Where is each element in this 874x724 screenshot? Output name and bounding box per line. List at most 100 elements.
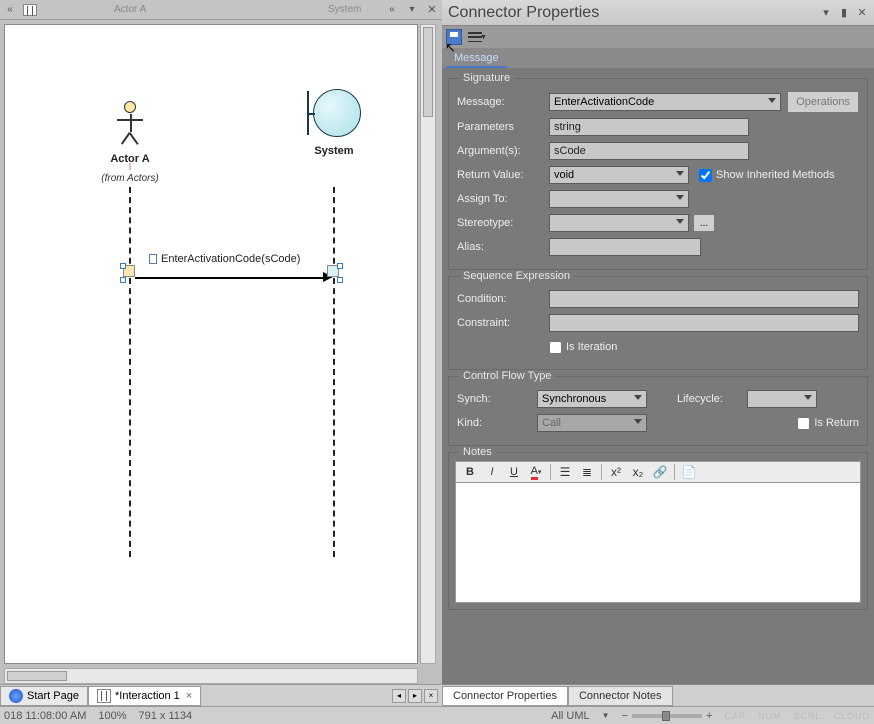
panel-pin-button[interactable]: ▮ [838,7,850,19]
bullet-list-button[interactable]: ☰ [555,463,575,481]
tab-nav-next[interactable]: ▸ [408,689,422,703]
tab-nav-close[interactable]: × [424,689,438,703]
zoom-track[interactable] [632,714,702,718]
font-color-button[interactable]: A▾ [526,463,546,481]
resize-handle[interactable] [337,263,343,269]
tab-interaction-label: *Interaction 1 [115,690,180,702]
tab-interaction[interactable]: *Interaction 1 × [88,686,201,706]
condition-input[interactable] [549,290,859,308]
subtab-message[interactable]: Message [446,50,507,68]
actor-stick-icon [110,101,150,151]
actor-system[interactable]: System [291,89,377,157]
return-label: Return Value: [457,169,549,181]
status-mode[interactable]: All UML [551,710,590,722]
status-dims: 791 x 1134 [139,710,193,722]
hscroll-thumb[interactable] [7,671,67,681]
message-label: Message: [457,96,549,108]
zoom-slider[interactable]: − + [622,710,713,722]
synch-combo[interactable]: Synchronous [537,390,647,408]
resize-handle[interactable] [120,277,126,283]
lifeline-actor-a[interactable] [129,187,131,557]
document-tabbar: Start Page *Interaction 1 × ◂ ▸ × [0,684,442,706]
status-zoom: 100% [98,710,126,722]
return-combo[interactable]: void [549,166,689,184]
panel-close-button[interactable]: ✕ [856,7,868,19]
notes-legend: Notes [459,446,496,458]
diagram-canvas[interactable]: Actor A I (from Actors) System En [4,24,418,664]
bold-button[interactable]: B [460,463,480,481]
top-tab-system[interactable]: System [310,4,379,15]
number-list-button[interactable]: ≣ [577,463,597,481]
status-mode-caret[interactable]: ▼ [602,711,610,720]
zoom-in-button[interactable]: + [706,710,712,722]
kind-combo: Call [537,414,647,432]
lifeline-system[interactable] [333,187,335,557]
underline-button[interactable]: U [504,463,524,481]
show-inherited-checkbox[interactable]: Show Inherited Methods [699,169,835,182]
sequence-icon [97,689,111,703]
tab-close-button[interactable]: × [186,690,192,702]
stereotype-combo[interactable] [549,214,689,232]
tabs-close-button[interactable]: ✕ [424,2,440,18]
new-note-button[interactable]: 📄 [679,463,699,481]
is-return-checkbox[interactable]: Is Return [797,417,859,430]
vscroll-thumb[interactable] [423,27,433,117]
is-return-input[interactable] [797,417,810,430]
iteration-checkbox[interactable]: Is Iteration [549,341,617,354]
alias-label: Alias: [457,241,549,253]
tabs-next-button[interactable]: « [384,2,400,18]
lifecycle-combo[interactable] [747,390,817,408]
tab-nav-prev[interactable]: ◂ [392,689,406,703]
fieldset-flow: Control Flow Type Synch: Synchronous Lif… [448,376,868,446]
iteration-input[interactable] [549,341,562,354]
zoom-out-button[interactable]: − [622,710,628,722]
message-label[interactable]: EnterActivationCode(sCode) [161,253,300,265]
cloud-indicator: CLOUD [833,711,870,721]
tab-start-page[interactable]: Start Page [0,686,88,706]
iteration-label: Is Iteration [566,341,617,353]
assign-combo[interactable] [549,190,689,208]
bottom-tab-properties[interactable]: Connector Properties [442,686,568,706]
alias-input[interactable] [549,238,701,256]
zoom-thumb[interactable] [662,711,670,721]
stereotype-browse-button[interactable]: ... [693,214,715,232]
tabs-prev-button[interactable]: « [2,2,18,18]
diagram-pane: « Actor A System « ▾ ✕ Actor A I (from A… [0,0,442,706]
operations-button[interactable]: Operations [787,91,859,113]
parameters-input[interactable] [549,118,749,136]
sequence-legend: Sequence Expression [459,270,574,282]
properties-subtabs: Message [442,48,874,68]
toolbar-sep [601,464,602,480]
subscript-button[interactable]: x₂ [628,463,648,481]
actor-a[interactable]: Actor A I (from Actors) [90,101,170,184]
hyperlink-button[interactable]: 🔗 [650,463,670,481]
show-inherited-input[interactable] [699,169,712,182]
fieldset-signature: Signature Message: EnterActivationCode O… [448,78,868,270]
lifecycle-label: Lifecycle: [677,393,747,405]
constraint-input[interactable] [549,314,859,332]
show-inherited-label: Show Inherited Methods [716,169,835,181]
options-menu-button[interactable]: ▼ [468,32,487,42]
save-button[interactable] [446,29,462,45]
canvas-hscrollbar[interactable] [4,668,418,684]
resize-handle[interactable] [120,263,126,269]
tabs-dropdown-button[interactable]: ▾ [404,2,420,18]
arguments-input[interactable] [549,142,749,160]
cap-indicator: CAP [724,711,746,721]
italic-button[interactable]: I [482,463,502,481]
top-tab-actor[interactable]: Actor A [96,4,164,15]
bottom-tab-notes[interactable]: Connector Notes [568,686,673,706]
fieldset-notes: Notes B I U A▾ ☰ ≣ x² x₂ 🔗 📄 [448,452,868,610]
canvas-vscrollbar[interactable] [420,24,436,664]
superscript-button[interactable]: x² [606,463,626,481]
properties-bottom-tabs: Connector Properties Connector Notes [442,684,874,706]
message-combo[interactable]: EnterActivationCode [549,93,781,111]
kind-label: Kind: [457,417,537,429]
panel-menu-button[interactable]: ▾ [820,7,832,19]
properties-toolbar: ▼ ↖ [442,26,874,48]
diagram-tabbar: « Actor A System « ▾ ✕ [0,0,442,20]
message-connector[interactable]: EnterActivationCode(sCode) [129,269,333,285]
resize-handle[interactable] [337,277,343,283]
sequence-icon[interactable] [22,2,38,18]
notes-textarea[interactable] [455,483,861,603]
